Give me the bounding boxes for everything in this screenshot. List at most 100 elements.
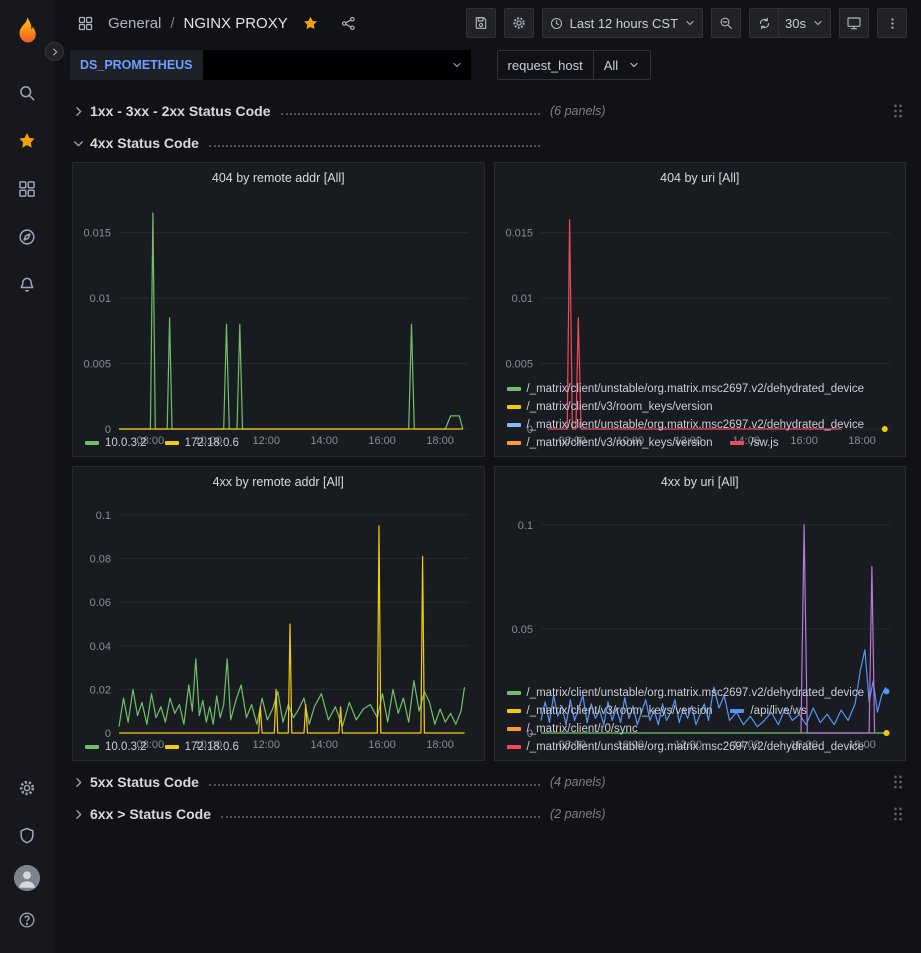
- refresh-interval-label: 30s: [785, 16, 806, 31]
- sidebar-item-server-admin[interactable]: [7, 817, 47, 855]
- row-left: 6xx > Status Code: [72, 806, 550, 822]
- row-5xx-status-code[interactable]: 5xx Status Code (4 panels): [72, 769, 906, 795]
- sidebar-item-configuration[interactable]: [7, 769, 47, 807]
- sidebar-item-search[interactable]: [7, 74, 47, 112]
- legend-label: /_matrix/client/r0/sync: [527, 723, 638, 735]
- favorite-star-button[interactable]: [295, 8, 326, 38]
- gear-icon: [17, 778, 37, 798]
- dashboard-toolbar: General / NGINX PROXY: [54, 0, 921, 46]
- breadcrumb-folder[interactable]: General: [108, 15, 161, 32]
- sidebar-item-alerting[interactable]: [7, 266, 47, 304]
- legend-label: /_matrix/client/unstable/org.matrix.msc2…: [527, 419, 865, 431]
- row-left: 5xx Status Code: [72, 774, 550, 790]
- legend-label: /_matrix/client/unstable/org.matrix.msc2…: [527, 383, 865, 395]
- request-host-variable-label: request_host: [497, 50, 594, 80]
- legend-item[interactable]: 172.18.0.6: [165, 741, 239, 753]
- legend-item[interactable]: /sw.js: [730, 437, 778, 449]
- legend-item[interactable]: /_matrix/client/r0/sync: [507, 723, 638, 735]
- refresh-button[interactable]: [749, 8, 779, 38]
- grafana-logo[interactable]: [7, 10, 47, 50]
- legend-swatch: [730, 441, 744, 445]
- chevron-right-icon: [72, 105, 85, 118]
- svg-text:0.06: 0.06: [90, 597, 111, 609]
- legend-swatch: [85, 441, 99, 445]
- legend-item[interactable]: /_matrix/client/unstable/org.matrix.msc2…: [507, 687, 865, 699]
- apps-grid-button[interactable]: [70, 8, 101, 38]
- sidebar-item-help[interactable]: [7, 901, 47, 939]
- share-dashboard-button[interactable]: [333, 8, 364, 38]
- legend-swatch: [507, 405, 521, 409]
- chevron-right-icon: [50, 47, 60, 57]
- legend-swatch: [507, 709, 521, 713]
- refresh-button-group: 30s: [749, 8, 831, 38]
- legend-label: 172.18.0.6: [185, 437, 239, 449]
- more-options-button[interactable]: [877, 8, 907, 38]
- svg-text:0.1: 0.1: [517, 520, 532, 532]
- clock-icon: [549, 16, 564, 31]
- drag-handle-icon[interactable]: [890, 771, 906, 793]
- timeseries-chart: 00.0050.010.01508:0010:0012:0014:0016:00…: [495, 192, 906, 382]
- row-title: 5xx Status Code: [90, 774, 199, 790]
- drag-handle-icon[interactable]: [890, 100, 906, 122]
- request-host-variable-select[interactable]: All: [594, 50, 651, 80]
- row-left: 4xx Status Code: [72, 135, 550, 151]
- svg-text:0.01: 0.01: [511, 293, 532, 305]
- time-range-picker[interactable]: Last 12 hours CST: [542, 8, 703, 38]
- apps-icon: [77, 15, 94, 32]
- help-icon: [17, 910, 37, 930]
- zoom-out-button[interactable]: [711, 8, 741, 38]
- legend-swatch: [165, 745, 179, 749]
- row-title: 6xx > Status Code: [90, 806, 211, 822]
- row-dotted-leader: [209, 784, 540, 786]
- row-panel-count: (6 panels): [550, 104, 606, 118]
- main-area: General / NGINX PROXY: [54, 0, 921, 953]
- datasource-variable-select[interactable]: [203, 50, 471, 80]
- expand-sidebar-button[interactable]: [45, 42, 64, 61]
- variable-datasource: DS_PROMETHEUS: [70, 50, 471, 80]
- timeseries-chart: 00.050.108:0010:0012:0014:0016:0018:00: [495, 496, 906, 686]
- refresh-interval-select[interactable]: 30s: [779, 8, 831, 38]
- panel-title[interactable]: 404 by remote addr [All]: [73, 163, 484, 192]
- sidebar-item-starred[interactable]: [7, 122, 47, 160]
- row-4xx-status-code[interactable]: 4xx Status Code: [72, 130, 906, 156]
- row-title: 1xx - 3xx - 2xx Status Code: [90, 103, 271, 119]
- sidebar-item-explore[interactable]: [7, 218, 47, 256]
- dashboard-body: 1xx - 3xx - 2xx Status Code (6 panels) 4…: [54, 90, 921, 953]
- legend-item[interactable]: 10.0.3.2: [85, 741, 147, 753]
- legend-item[interactable]: /_matrix/client/unstable/org.matrix.msc2…: [507, 741, 865, 753]
- dashboard-settings-button[interactable]: [504, 8, 534, 38]
- shield-icon: [17, 826, 37, 846]
- sidebar-item-dashboards[interactable]: [7, 170, 47, 208]
- legend-item[interactable]: 10.0.3.2: [85, 437, 147, 449]
- chevron-down-icon: [684, 17, 696, 29]
- avatar[interactable]: [14, 865, 40, 891]
- panel-title[interactable]: 404 by uri [All]: [495, 163, 906, 192]
- svg-text:0.05: 0.05: [511, 624, 532, 636]
- row-panel-count: (4 panels): [550, 775, 606, 789]
- panel-title[interactable]: 4xx by remote addr [All]: [73, 467, 484, 496]
- legend-item[interactable]: /_matrix/client/v3/room_keys/version: [507, 437, 713, 449]
- save-dashboard-button[interactable]: [466, 8, 496, 38]
- svg-text:0.08: 0.08: [90, 554, 111, 566]
- row-6xx-status-code[interactable]: 6xx > Status Code (2 panels): [72, 801, 906, 827]
- legend-item[interactable]: /_matrix/client/unstable/org.matrix.msc2…: [507, 383, 865, 395]
- legend-swatch: [507, 745, 521, 749]
- tv-mode-button[interactable]: [839, 8, 869, 38]
- sidebar: [0, 0, 54, 953]
- svg-text:0.04: 0.04: [90, 641, 111, 653]
- panel-legend: /_matrix/client/unstable/org.matrix.msc2…: [495, 382, 906, 456]
- chevron-down-icon: [812, 17, 824, 29]
- legend-item[interactable]: /_matrix/client/unstable/org.matrix.msc2…: [507, 419, 865, 431]
- panel-title[interactable]: 4xx by uri [All]: [495, 467, 906, 496]
- dashboard-title[interactable]: NGINX PROXY: [184, 15, 288, 32]
- legend-swatch: [507, 691, 521, 695]
- legend-item[interactable]: 172.18.0.6: [165, 437, 239, 449]
- legend-item[interactable]: /_matrix/client/v3/room_keys/version: [507, 705, 713, 717]
- row-1xx-3xx-2xx-status-code[interactable]: 1xx - 3xx - 2xx Status Code (6 panels): [72, 98, 906, 124]
- legend-item[interactable]: /api/live/ws: [730, 705, 806, 717]
- row-dotted-leader: [281, 113, 540, 115]
- star-icon: [17, 131, 37, 151]
- breadcrumb: General / NGINX PROXY: [70, 8, 364, 38]
- legend-item[interactable]: /_matrix/client/v3/room_keys/version: [507, 401, 713, 413]
- drag-handle-icon[interactable]: [890, 803, 906, 825]
